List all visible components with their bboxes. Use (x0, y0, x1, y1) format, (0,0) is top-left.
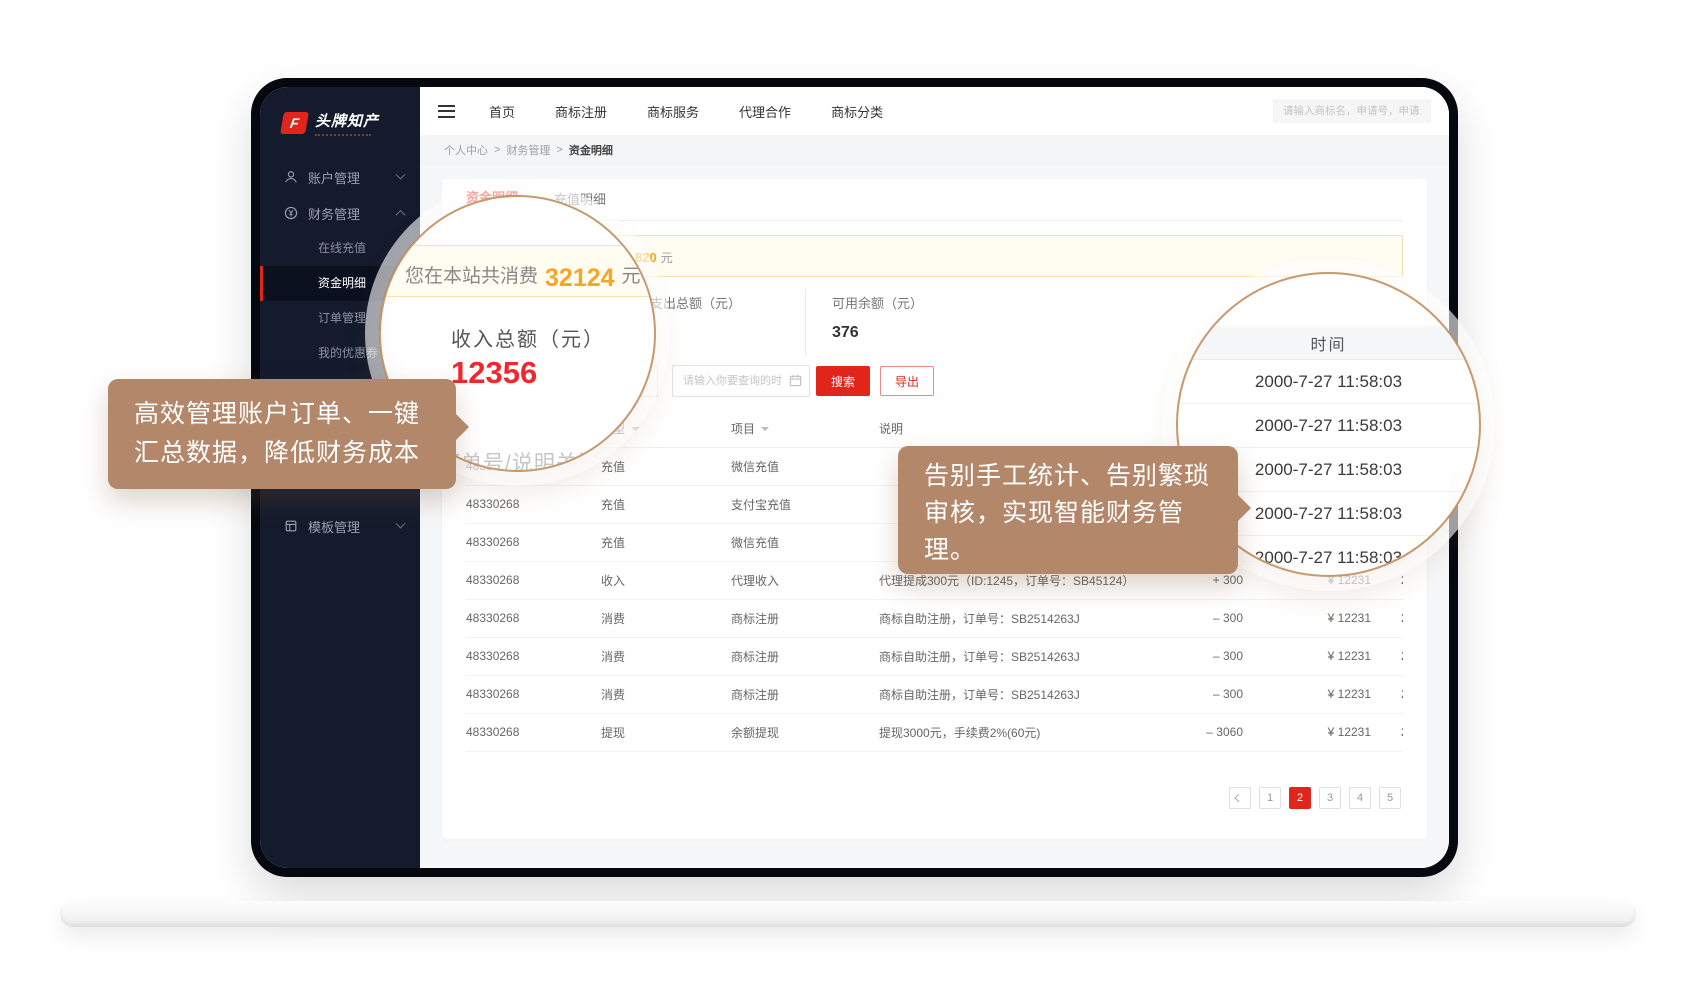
search-button[interactable]: 搜索 (816, 366, 870, 396)
stat-balance: 可用余额（元） 376 (805, 289, 923, 357)
top-nav-tabs: 首页 商标注册 商标服务 代理合作 商标分类 (489, 102, 883, 121)
nav-tab-trademark-category[interactable]: 商标分类 (831, 102, 883, 121)
brand-tagline-dots (315, 134, 371, 136)
table-row: 48330268消费商标注册商标自助注册，订单号：SB2514263J– 300… (466, 637, 1403, 675)
stat-expense-label: 支出总额（元） (650, 289, 805, 312)
stat-balance-value: 376 (832, 324, 923, 342)
sidebar-item-label: 财务管理 (308, 204, 360, 223)
chevron-up-icon (396, 209, 406, 219)
tooltip-left: 高效管理账户订单、一键 汇总数据，降低财务成本 (108, 379, 456, 489)
magnified-keyword-placeholder: 订单号/说明关键词 (439, 447, 622, 472)
laptop-base (60, 901, 1636, 927)
table-row: 48330268消费商标注册商标自助注册，订单号：SB2514263J– 300… (466, 675, 1403, 713)
magnified-banner-prefix: 您在本站共消费 (405, 261, 538, 288)
breadcrumb: 个人中心 > 财务管理 > 资金明细 (420, 135, 1449, 165)
chevron-down-icon (396, 169, 406, 179)
breadcrumb-separator: > (556, 144, 562, 156)
col-item-sortable[interactable]: 项目 (731, 411, 879, 447)
magnified-time-cell: 2000-7-27 11:58:03 (1178, 404, 1479, 448)
export-button[interactable]: 导出 (880, 366, 934, 396)
tooltip-right-line: 告别手工统计、告别繁琐 (924, 458, 1238, 495)
pagination-page-1[interactable]: 1 (1259, 787, 1281, 809)
tooltip-right-line: 审核，实现智能财务管 (924, 495, 1238, 532)
tooltip-left-line: 高效管理账户订单、一键 (134, 395, 456, 434)
brand-logo-icon: F (280, 112, 309, 134)
stat-balance-label: 可用余额（元） (832, 289, 923, 312)
sidebar-item-account[interactable]: 账户管理 (260, 159, 420, 195)
tooltip-left-line: 汇总数据，降低财务成本 (134, 434, 456, 473)
sidebar-item-finance[interactable]: 财务管理 (260, 195, 420, 231)
magnified-banner-unit: 元 (622, 261, 641, 288)
hamburger-menu-icon[interactable] (438, 105, 455, 118)
breadcrumb-separator: > (494, 144, 500, 156)
chevron-down-icon (396, 518, 406, 528)
sort-caret-icon (631, 427, 639, 435)
finance-icon (284, 206, 298, 220)
template-icon (284, 519, 298, 533)
col-desc: 说明 (879, 411, 1171, 447)
breadcrumb-item[interactable]: 个人中心 (444, 142, 488, 158)
pagination: 1 2 3 4 5 (1229, 787, 1401, 809)
stat-expense: 支出总额（元） (650, 289, 805, 357)
sort-caret-icon (761, 427, 769, 435)
breadcrumb-current: 资金明细 (569, 142, 613, 158)
time-filter (672, 365, 810, 397)
breadcrumb-item[interactable]: 财务管理 (506, 142, 550, 158)
consumption-unit: 元 (661, 251, 673, 265)
trademark-search-input[interactable] (1273, 99, 1431, 123)
tooltip-right: 告别手工统计、告别繁琐 审核，实现智能财务管 理。 (898, 446, 1238, 574)
magnified-income-value: 12356 (451, 355, 537, 391)
magnified-time-cell: 2000-7-27 11:58:03 (1178, 360, 1479, 404)
card-tabs: 资金明细 充值明细 (466, 179, 1403, 221)
chevron-left-icon (1234, 794, 1242, 802)
user-icon (284, 170, 298, 184)
magnified-income-label: 收入总额（元） (451, 323, 605, 352)
magnified-time-header: 时间 (1176, 326, 1481, 360)
nav-tab-home[interactable]: 首页 (489, 102, 515, 121)
magnified-consumption-banner: 您在本站共消费 32124 元 (379, 245, 656, 297)
pagination-prev-button[interactable] (1229, 787, 1251, 809)
nav-tab-trademark-register[interactable]: 商标注册 (555, 102, 607, 121)
nav-tab-agent-cooperation[interactable]: 代理合作 (739, 102, 791, 121)
page-background: F 头牌知产 账户管理 (0, 0, 1696, 1002)
brand-logo[interactable]: F 头牌知产 (260, 87, 420, 143)
pagination-page-4[interactable]: 4 (1349, 787, 1371, 809)
magnified-banner-amount: 32124 (545, 268, 615, 288)
calendar-icon (789, 374, 802, 387)
brand-name: 头牌知产 (315, 110, 379, 131)
pagination-page-3[interactable]: 3 (1319, 787, 1341, 809)
top-navbar: 首页 商标注册 商标服务 代理合作 商标分类 (420, 87, 1449, 135)
sidebar-item-label: 账户管理 (308, 168, 360, 187)
tooltip-right-line: 理。 (924, 532, 1238, 569)
pagination-page-2-active[interactable]: 2 (1289, 787, 1311, 809)
pagination-page-5[interactable]: 5 (1379, 787, 1401, 809)
table-row: 48330268提现余额提现提现3000元，手续费2%(60元)– 3060¥ … (466, 713, 1403, 751)
nav-tab-trademark-service[interactable]: 商标服务 (647, 102, 699, 121)
sidebar-item-label: 模板管理 (308, 517, 360, 536)
table-row: 48330268消费商标注册商标自助注册，订单号：SB2514263J– 300… (466, 599, 1403, 637)
sidebar-item-template[interactable]: 模板管理 (260, 508, 420, 544)
